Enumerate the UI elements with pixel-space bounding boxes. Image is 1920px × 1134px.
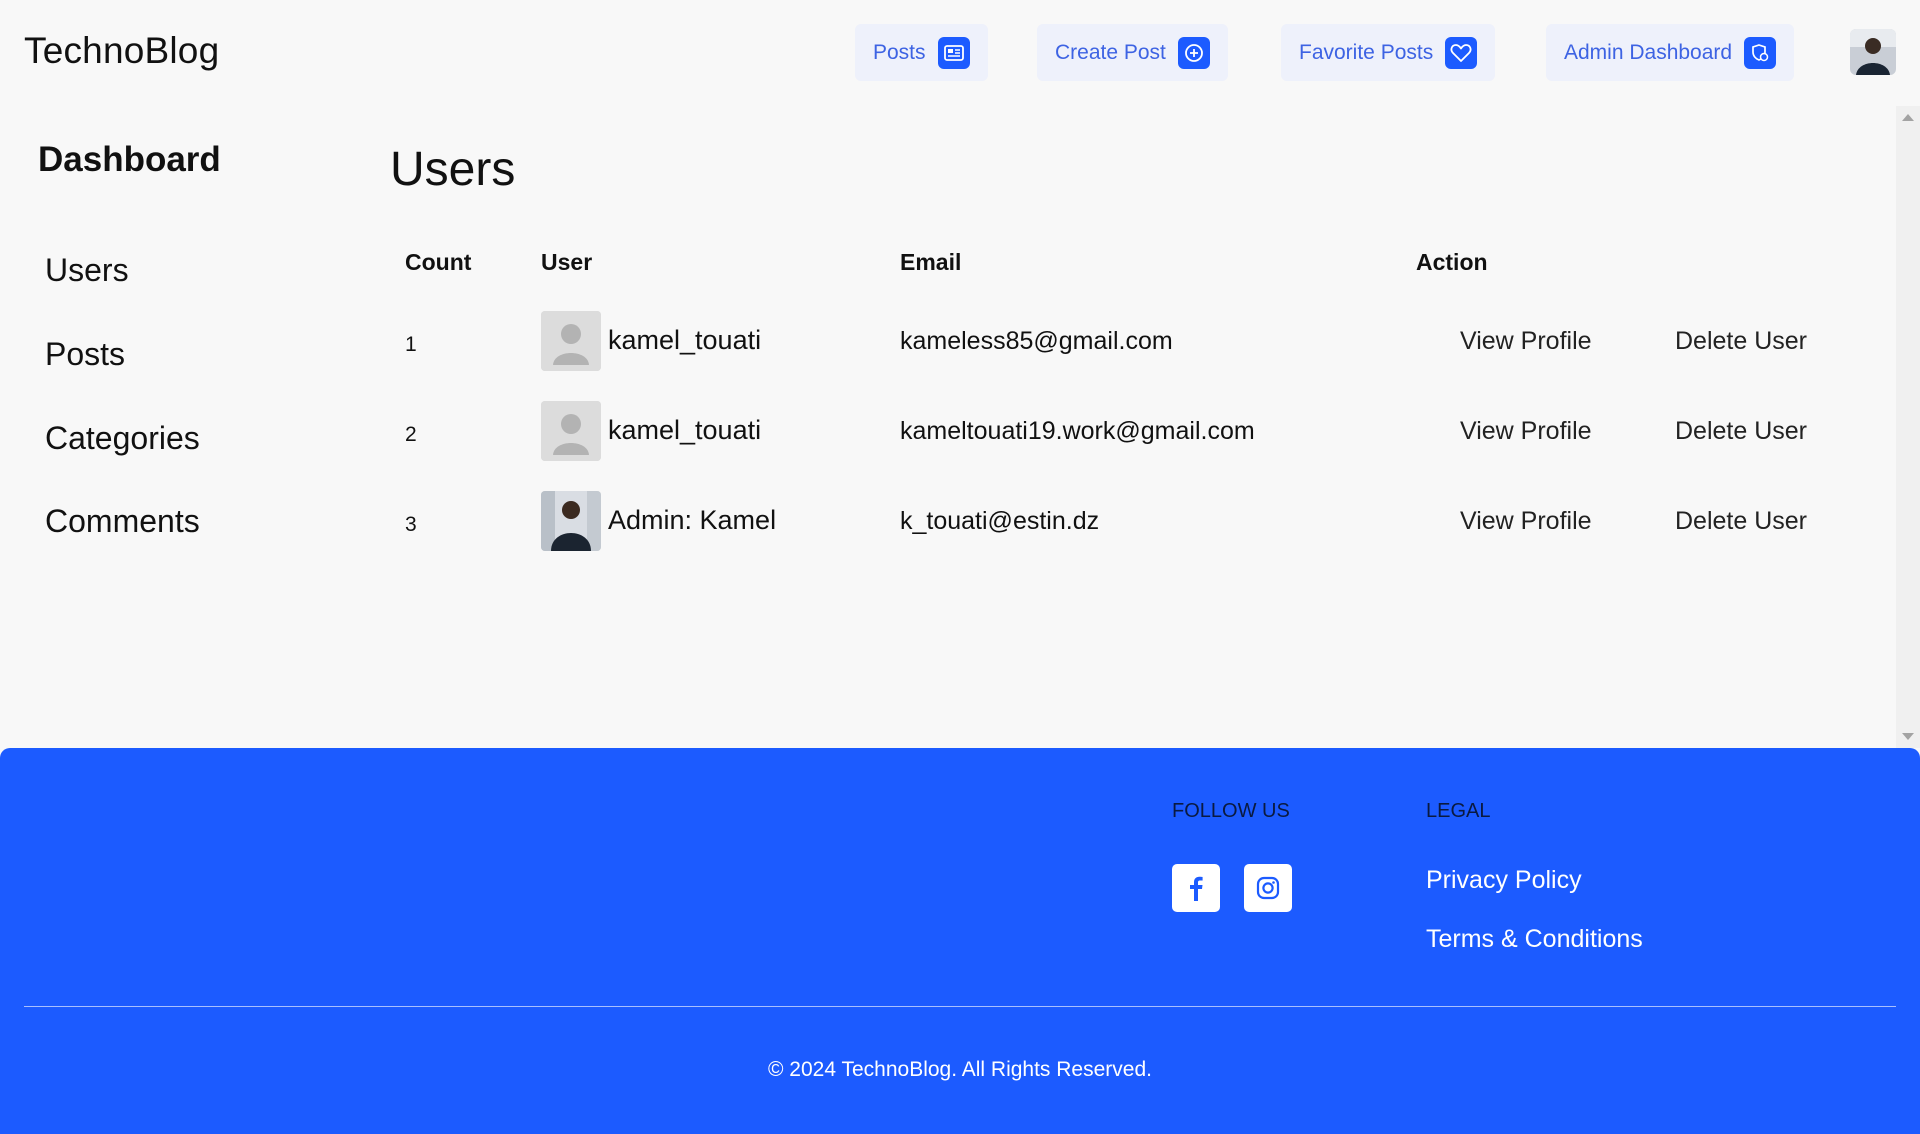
copyright-text: © 2024 TechnoBlog. All Rights Reserved. — [768, 1058, 1152, 1081]
footer-divider — [24, 1006, 1896, 1007]
plus-circle-icon — [1177, 36, 1210, 69]
view-profile-link[interactable]: View Profile — [1460, 327, 1592, 356]
scroll-up-arrow-icon[interactable] — [1902, 114, 1914, 121]
row-email: kameless85@gmail.com — [900, 327, 1173, 355]
table-row: 1 kamel_touati kameless85@gmail.com View… — [0, 311, 1880, 371]
scroll-down-arrow-icon[interactable] — [1902, 733, 1914, 740]
default-avatar-icon — [541, 401, 601, 461]
nav-admin-dashboard-button[interactable]: Admin Dashboard — [1546, 24, 1795, 81]
follow-us-heading: FOLLOW US — [1172, 800, 1290, 822]
delete-user-link[interactable]: Delete User — [1675, 327, 1807, 356]
sidebar-item-users[interactable]: Users — [45, 252, 129, 289]
nav-posts-button[interactable]: Posts — [855, 24, 988, 81]
column-header-user: User — [541, 249, 593, 275]
nav-favorite-posts-button[interactable]: Favorite Posts — [1281, 24, 1496, 81]
row-username: kamel_touati — [608, 415, 762, 445]
delete-user-link[interactable]: Delete User — [1675, 417, 1807, 446]
profile-avatar[interactable] — [1850, 29, 1896, 75]
nav-favorite-posts-label: Favorite Posts — [1299, 40, 1434, 64]
table-row: 3 Admin: Kamel k_touati@estin.dz View Pr… — [0, 491, 1880, 551]
column-header-count: Count — [405, 249, 472, 275]
newspaper-icon — [937, 36, 970, 69]
default-avatar-icon — [541, 311, 601, 371]
row-count: 3 — [405, 513, 417, 536]
row-email: kameltouati19.work@gmail.com — [900, 417, 1255, 445]
nav-admin-dashboard-label: Admin Dashboard — [1564, 40, 1733, 64]
row-username: kamel_touati — [608, 325, 762, 355]
view-profile-link[interactable]: View Profile — [1460, 417, 1592, 446]
admin-shield-icon — [1744, 36, 1777, 69]
delete-user-link[interactable]: Delete User — [1675, 507, 1807, 536]
column-header-action: Action — [1416, 249, 1488, 275]
nav-create-post-button[interactable]: Create Post — [1037, 24, 1228, 81]
instagram-icon[interactable] — [1244, 864, 1292, 912]
facebook-icon[interactable] — [1172, 864, 1220, 912]
nav-create-post-label: Create Post — [1055, 40, 1166, 64]
row-count: 2 — [405, 423, 417, 446]
row-username: Admin: Kamel — [608, 505, 777, 535]
row-email: k_touati@estin.dz — [900, 507, 1100, 535]
brand-logo[interactable]: TechnoBlog — [24, 30, 219, 72]
photo-avatar — [541, 491, 601, 551]
privacy-policy-link[interactable]: Privacy Policy — [1426, 866, 1582, 895]
page-scrollbar[interactable] — [1896, 106, 1920, 748]
row-count: 1 — [405, 333, 417, 356]
legal-heading: LEGAL — [1426, 800, 1491, 822]
heart-icon — [1445, 36, 1478, 69]
view-profile-link[interactable]: View Profile — [1460, 507, 1592, 536]
table-row: 2 kamel_touati kameltouati19.work@gmail.… — [0, 401, 1880, 461]
column-header-email: Email — [900, 249, 962, 275]
terms-conditions-link[interactable]: Terms & Conditions — [1426, 925, 1643, 954]
footer: FOLLOW US LEGAL Privacy Policy Terms & C… — [0, 748, 1920, 1134]
top-navbar: TechnoBlog Posts Create Post Favorite Po… — [0, 0, 1920, 106]
page-title: Users — [390, 143, 516, 196]
nav-posts-label: Posts — [873, 40, 926, 64]
sidebar-title: Dashboard — [38, 140, 221, 179]
